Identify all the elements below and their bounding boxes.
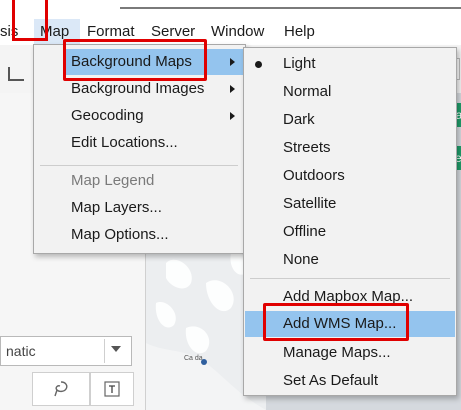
submenu-item-manage-maps[interactable]: Manage Maps... — [283, 340, 453, 366]
text-icon — [104, 381, 120, 397]
submenu-item-set-as-default[interactable]: Set As Default — [283, 368, 453, 394]
menu-item-map-legend: Map Legend — [71, 172, 155, 189]
submenu-arrow-icon — [230, 112, 235, 120]
chevron-down-icon[interactable] — [111, 346, 121, 352]
menu-item-map-layers[interactable]: Map Layers... — [71, 195, 243, 221]
lasso-icon — [54, 381, 68, 397]
submenu-item-offline[interactable]: Offline — [283, 219, 453, 245]
menu-help[interactable]: Help — [284, 19, 315, 45]
selected-dot-icon — [255, 61, 262, 68]
menu-item-label: Geocoding — [71, 107, 144, 124]
submenu-item-satellite[interactable]: Satellite — [283, 191, 453, 217]
submenu-arrow-icon — [230, 85, 235, 93]
menu-item-label: Background Images — [71, 80, 205, 97]
submenu-item-dark[interactable]: Dark — [283, 107, 453, 133]
menu-separator — [250, 278, 450, 279]
text-button[interactable] — [90, 372, 134, 406]
submenu-item-normal[interactable]: Normal — [283, 79, 453, 105]
menu-separator — [40, 165, 238, 166]
select-divider — [104, 339, 105, 363]
map-data-point[interactable] — [201, 359, 207, 365]
annotation-highlight-map-menu — [12, 0, 48, 41]
annotation-highlight-add-wms-map — [263, 303, 409, 341]
menu-item-edit-locations[interactable]: Edit Locations... — [71, 130, 243, 156]
submenu-item-none[interactable]: None — [283, 247, 453, 273]
menu-item-geocoding[interactable]: Geocoding — [71, 103, 243, 129]
menu-window[interactable]: Window — [211, 19, 264, 45]
submenu-arrow-icon — [230, 58, 235, 66]
submenu-item-light[interactable]: Light — [283, 51, 453, 77]
map-place-label: Ca da — [184, 355, 203, 362]
background-maps-submenu: Light Normal Dark Streets Outdoors Satel… — [243, 47, 457, 396]
lasso-button[interactable] — [32, 372, 90, 406]
chart-icon[interactable] — [8, 67, 24, 81]
submenu-item-outdoors[interactable]: Outdoors — [283, 163, 453, 189]
submenu-item-streets[interactable]: Streets — [283, 135, 453, 161]
menu-item-map-options[interactable]: Map Options... — [71, 222, 243, 248]
mark-type-value: natic — [6, 343, 36, 359]
annotation-highlight-background-maps — [63, 39, 207, 81]
title-strip — [0, 0, 461, 9]
